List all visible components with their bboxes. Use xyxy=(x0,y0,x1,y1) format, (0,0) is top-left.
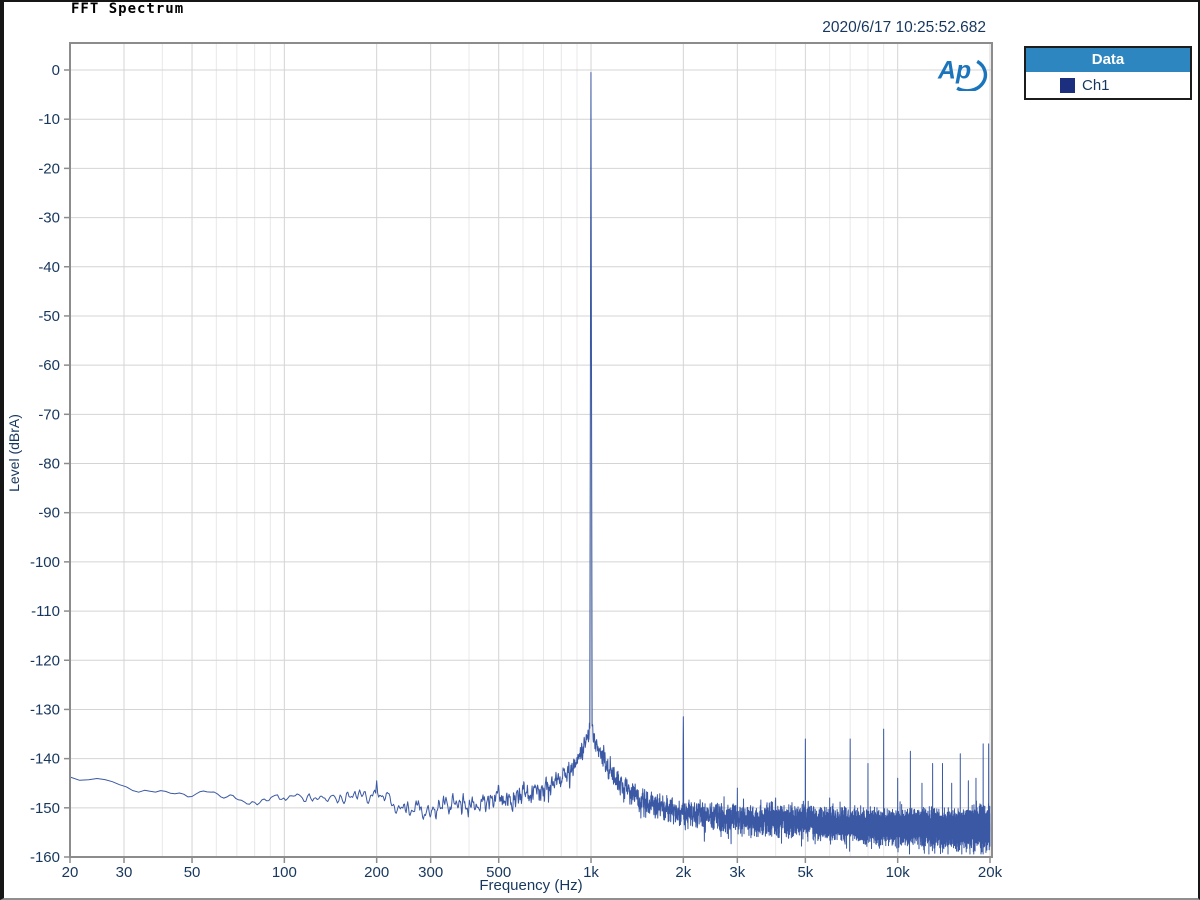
legend-header: Data xyxy=(1026,48,1190,72)
x-axis-title: Frequency (Hz) xyxy=(70,877,992,894)
y-tick-label: -90 xyxy=(38,505,60,522)
measurement-panel: FFT Spectrum 2020/6/17 10:25:52.682 0-10… xyxy=(0,0,1200,900)
y-tick-label: -100 xyxy=(30,554,60,571)
stage: FFT Spectrum 2020/6/17 10:25:52.682 0-10… xyxy=(0,0,1200,900)
y-tick-label: -140 xyxy=(30,751,60,768)
y-tick-label: -10 xyxy=(38,111,60,128)
legend-swatch-ch1 xyxy=(1060,78,1075,93)
y-tick-label: -50 xyxy=(38,308,60,325)
tick-marks xyxy=(64,70,990,863)
y-tick-label: -40 xyxy=(38,259,60,276)
y-tick-label: -150 xyxy=(30,800,60,817)
legend-label-ch1: Ch1 xyxy=(1082,77,1110,94)
grid-minor xyxy=(162,43,883,857)
y-tick-label: -160 xyxy=(30,849,60,866)
plot-frame xyxy=(70,43,992,857)
y-tick-label: -60 xyxy=(38,357,60,374)
legend-box: Data Ch1 xyxy=(1024,46,1192,100)
y-axis-title: Level (dBrA) xyxy=(6,393,22,513)
y-tick-label: -30 xyxy=(38,210,60,227)
fft-spectrum-chart: 0 -10 -20 -30 -40 -50 -60 -70 -80 -90 -100 -110 -120… xyxy=(0,0,1200,900)
y-tick-label: -80 xyxy=(38,456,60,473)
y-tick-label: -70 xyxy=(38,406,60,423)
y-tick-label: 0 xyxy=(52,62,60,79)
legend-item[interactable]: Ch1 xyxy=(1026,72,1190,98)
ap-logo-icon: Ap xyxy=(930,49,990,91)
y-tick-labels: 0 -10 -20 -30 -40 -50 -60 -70 -80 -90 -100 -110 -120… xyxy=(30,62,60,866)
y-tick-label: -120 xyxy=(30,652,60,669)
y-tick-label: -130 xyxy=(30,701,60,718)
ap-logo-text: Ap xyxy=(937,58,971,85)
y-tick-label: -110 xyxy=(31,603,60,620)
grid-major xyxy=(70,43,992,857)
y-tick-label: -20 xyxy=(38,160,60,177)
